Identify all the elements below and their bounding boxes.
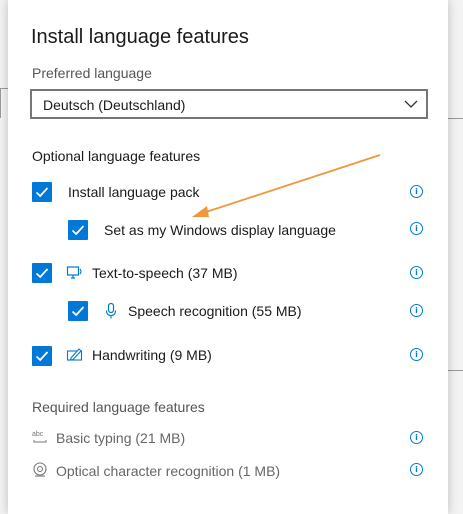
pen-icon	[66, 348, 83, 361]
install-language-pack-checkbox[interactable]	[32, 182, 52, 202]
handwriting-checkbox[interactable]	[32, 346, 52, 366]
checkmark-icon	[35, 187, 49, 198]
text-to-speech-label: Text-to-speech (37 MB)	[92, 265, 238, 281]
speech-recognition-checkbox[interactable]	[68, 301, 88, 321]
background-divider	[448, 118, 463, 119]
basic-typing-label: Basic typing (21 MB)	[56, 430, 186, 446]
info-icon[interactable]: i	[410, 463, 423, 476]
info-icon[interactable]: i	[410, 431, 423, 444]
checkmark-icon	[71, 306, 85, 317]
set-display-language-checkbox[interactable]	[68, 220, 88, 240]
ocr-icon	[33, 462, 47, 477]
optional-features-label: Optional language features	[32, 148, 201, 164]
info-icon[interactable]: i	[410, 185, 423, 198]
preferred-language-dropdown[interactable]: Deutsch (Deutschland)	[30, 89, 428, 119]
info-icon[interactable]: i	[410, 348, 423, 361]
background-divider	[448, 370, 463, 371]
background-divider	[0, 88, 1, 118]
info-icon[interactable]: i	[410, 266, 423, 279]
required-features-label: Required language features	[32, 399, 205, 415]
chevron-down-icon	[404, 100, 418, 108]
preferred-language-label: Preferred language	[32, 65, 152, 81]
handwriting-label: Handwriting (9 MB)	[92, 347, 212, 363]
microphone-icon	[105, 302, 117, 319]
preferred-language-value: Deutsch (Deutschland)	[43, 97, 186, 113]
info-icon[interactable]: i	[410, 222, 423, 235]
install-language-pack-label: Install language pack	[68, 184, 200, 200]
dialog-title: Install language features	[31, 26, 249, 48]
svg-text:abc: abc	[32, 431, 44, 438]
abc-icon: abc	[32, 431, 47, 443]
ocr-label: Optical character recognition (1 MB)	[56, 463, 281, 479]
checkmark-icon	[35, 351, 49, 362]
set-display-language-label: Set as my Windows display language	[104, 222, 336, 238]
checkmark-icon	[35, 268, 49, 279]
speech-recognition-label: Speech recognition (55 MB)	[128, 303, 302, 319]
text-to-speech-checkbox[interactable]	[32, 263, 52, 283]
checkmark-icon	[71, 225, 85, 236]
info-icon[interactable]: i	[410, 304, 423, 317]
monitor-speech-icon	[66, 266, 82, 279]
install-language-features-dialog: Install language features Preferred lang…	[8, 0, 448, 514]
